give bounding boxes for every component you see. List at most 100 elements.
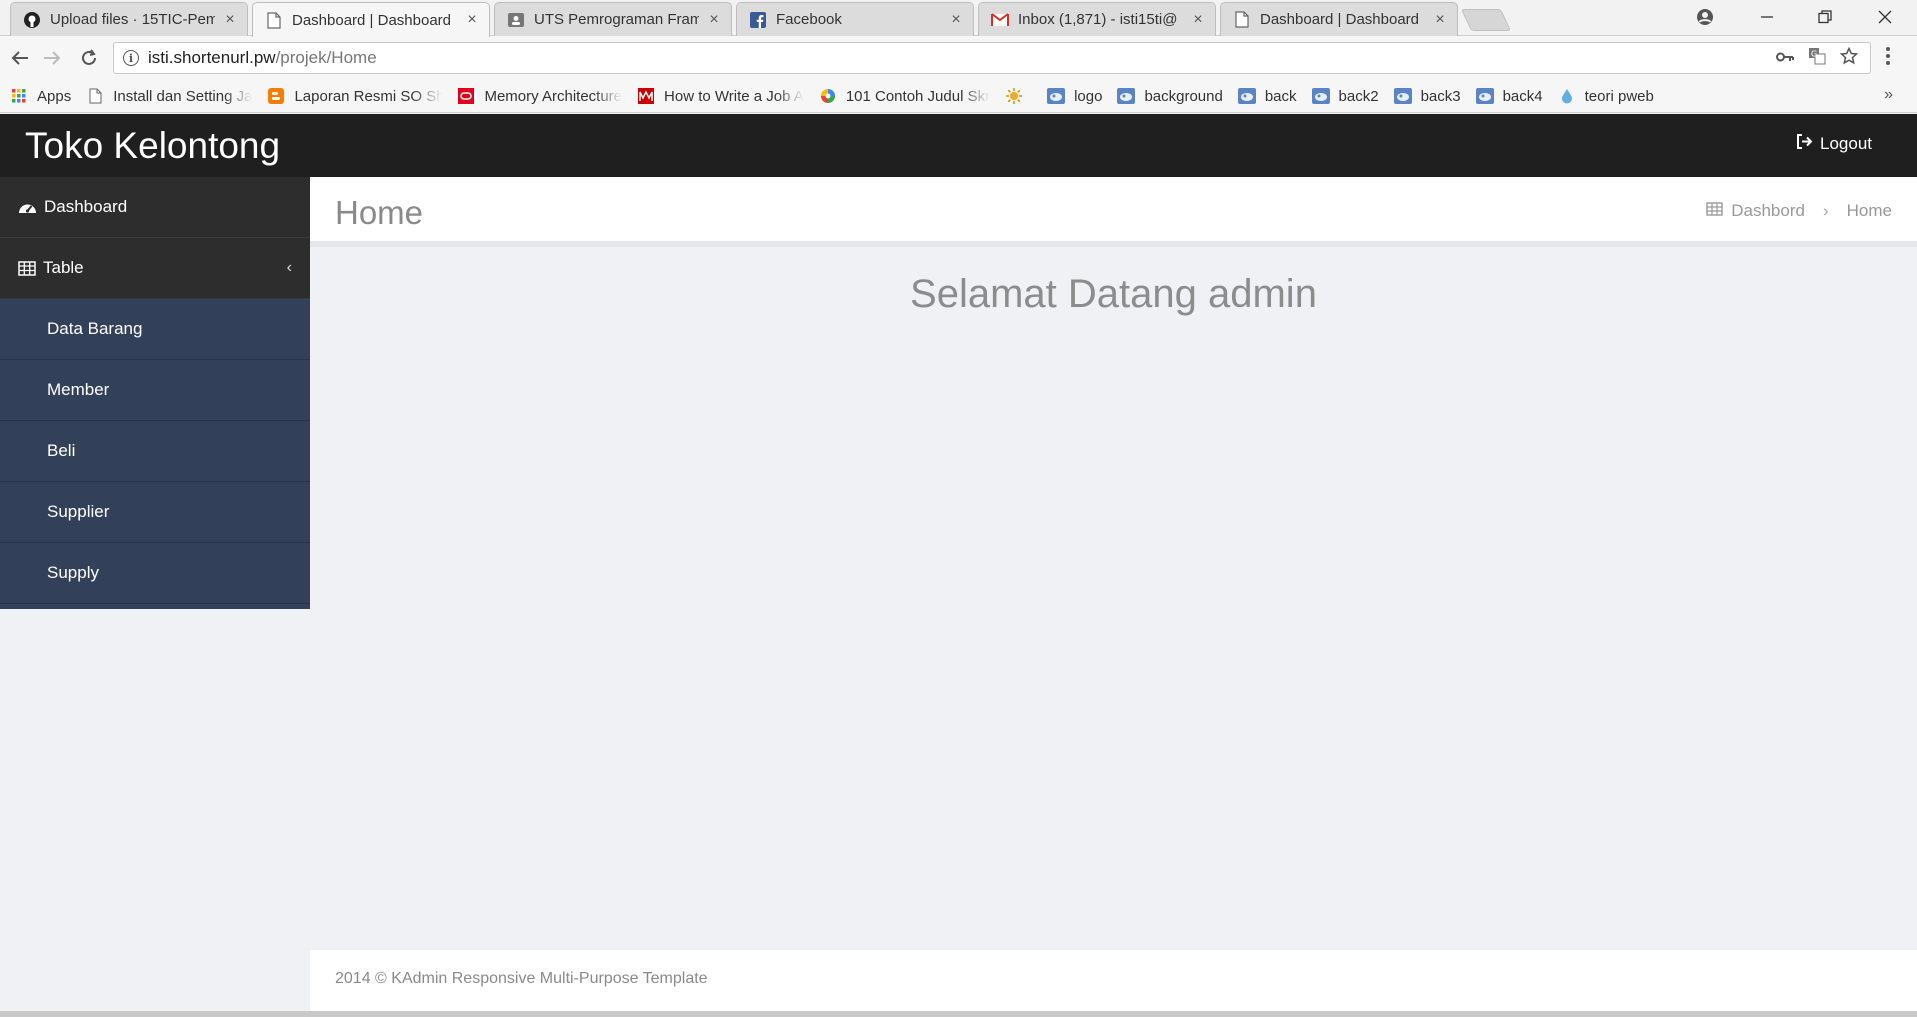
chevron-left-icon: ‹ — [286, 259, 292, 276]
back-arrow-icon[interactable] — [8, 46, 32, 70]
sidebar-item-data-barang[interactable]: Data Barang — [0, 299, 310, 360]
sidebar-item-member[interactable]: Member — [0, 360, 310, 421]
breadcrumb-current: Home — [1846, 201, 1892, 220]
browser-toolbar: i isti.shortenurl.pw/projek/Home G — [0, 36, 1917, 80]
bookmark-item[interactable]: back — [1237, 87, 1297, 105]
horizontal-scrollbar[interactable] — [0, 1011, 1917, 1017]
browser-tab-active[interactable]: Dashboard | Dashboard × — [252, 2, 490, 37]
tab-title: Inbox (1,871) - isti15ti@ — [1018, 11, 1178, 28]
bookmark-item[interactable]: logo — [1047, 87, 1102, 105]
table-icon — [1706, 201, 1723, 221]
bookmark-star-icon[interactable] — [1839, 46, 1859, 70]
sidebar-item-supplier[interactable]: Supplier — [0, 482, 310, 543]
browser-tab[interactable]: Facebook × — [736, 2, 974, 36]
sidebar-item-beli[interactable]: Beli — [0, 421, 310, 482]
bookmark-item[interactable] — [1005, 87, 1032, 105]
browser-tab[interactable]: Dashboard | Dashboard × — [1220, 2, 1458, 36]
tab-title: Upload files · 15TIC-Pem — [50, 11, 215, 28]
browser-menu-icon[interactable] — [1885, 46, 1891, 72]
sidebar-item-supply[interactable]: Supply — [0, 543, 310, 604]
breadcrumb: Dashbord › Home — [1706, 201, 1892, 221]
footer-text: 2014 © KAdmin Responsive Multi-Purpose T… — [335, 970, 708, 987]
bookmark-item[interactable]: background — [1117, 87, 1223, 105]
image-icon — [1393, 87, 1412, 105]
close-icon[interactable]: × — [1433, 11, 1447, 29]
app-header: Toko Kelontong Logout — [0, 114, 1917, 177]
bookmark-label: Memory Architecture — [484, 87, 623, 105]
window-close-icon[interactable] — [1857, 0, 1913, 34]
image-icon — [1237, 87, 1256, 105]
bookmark-item[interactable]: Apps — [10, 87, 71, 105]
forward-arrow-icon[interactable] — [40, 46, 64, 70]
tab-title: Dashboard | Dashboard — [1260, 11, 1419, 28]
logout-button[interactable]: Logout — [1796, 134, 1872, 154]
bookmark-item[interactable]: Laporan Resmi SO Sh — [267, 87, 442, 105]
bookmarks-bar: Apps Install dan Setting Ja Laporan Resmi … — [0, 80, 1917, 113]
close-icon[interactable]: × — [707, 11, 721, 29]
address-bar[interactable]: i isti.shortenurl.pw/projek/Home G — [113, 42, 1871, 74]
bookmark-label: teori pweb — [1584, 87, 1654, 105]
bookmark-item[interactable]: How to Write a Job A — [637, 87, 804, 105]
info-icon[interactable]: i — [123, 50, 139, 66]
bookmark-item[interactable]: teori pweb — [1558, 87, 1654, 105]
facebook-icon — [749, 11, 767, 29]
bookmark-label: How to Write a Job A — [664, 87, 804, 105]
breadcrumb-separator-icon: › — [1822, 201, 1829, 220]
sidebar-item-label: Dashboard — [44, 197, 128, 216]
tachometer-icon — [18, 200, 37, 215]
new-tab-button[interactable] — [1460, 9, 1512, 31]
bookmark-label: Install dan Setting Ja — [113, 87, 253, 105]
image-icon — [1311, 87, 1330, 105]
footer: 2014 © KAdmin Responsive Multi-Purpose T… — [310, 950, 1917, 1011]
image-icon — [1117, 87, 1136, 105]
browser-tab[interactable]: Inbox (1,871) - isti15ti@ × — [978, 2, 1216, 36]
minimize-icon[interactable] — [1739, 0, 1795, 34]
bookmark-label: logo — [1074, 87, 1103, 105]
sidebar-item-dashboard[interactable]: Dashboard — [0, 177, 310, 238]
tab-title: Dashboard | Dashboard — [292, 11, 451, 29]
image-icon — [1047, 87, 1066, 105]
bookmark-item[interactable]: back4 — [1475, 87, 1543, 105]
close-icon[interactable]: × — [949, 11, 963, 29]
apps-grid-icon — [10, 87, 28, 105]
key-icon[interactable] — [1776, 48, 1794, 68]
bookmarks-overflow-icon[interactable]: » — [1884, 86, 1893, 104]
page-header: Home Dashbord › Home — [310, 177, 1917, 247]
close-icon[interactable]: × — [223, 11, 237, 29]
brand-title[interactable]: Toko Kelontong — [25, 125, 280, 167]
page-icon — [86, 87, 104, 105]
translate-icon[interactable]: G — [1808, 47, 1826, 70]
url-host: isti.shortenurl.pw — [148, 48, 276, 67]
sidebar-item-label: Data Barang — [47, 319, 143, 338]
profile-icon[interactable] — [1677, 0, 1733, 34]
tab-title: UTS Pemrograman Fram — [534, 11, 699, 28]
restore-icon[interactable] — [1797, 0, 1853, 34]
m-icon — [637, 87, 655, 105]
reload-icon[interactable] — [77, 46, 101, 70]
gmail-icon — [991, 11, 1009, 29]
sidebar-item-table[interactable]: Table ‹ — [0, 238, 310, 299]
bookmark-label: 101 Contoh Judul Skr — [845, 87, 991, 105]
bookmark-label: Laporan Resmi SO Sh — [294, 87, 443, 105]
bookmark-item[interactable]: 101 Contoh Judul Skr — [819, 87, 990, 105]
sidebar-item-label: Supplier — [47, 502, 110, 521]
sidebar-item-label: Supply — [47, 563, 99, 582]
sidebar-item-label: Member — [47, 380, 110, 399]
browser-tabstrip: Upload files · 15TIC-Pem × Dashboard | D… — [0, 0, 1917, 37]
close-icon[interactable]: × — [465, 11, 479, 29]
image-icon — [1475, 87, 1494, 105]
browser-tab[interactable]: UTS Pemrograman Fram × — [494, 2, 732, 36]
browser-tab[interactable]: Upload files · 15TIC-Pem × — [10, 2, 248, 36]
bookmark-item[interactable]: back2 — [1311, 87, 1379, 105]
close-icon[interactable]: × — [1191, 11, 1205, 29]
pinwheel-icon — [819, 87, 837, 105]
bookmark-label: back2 — [1338, 87, 1379, 105]
bookmark-item[interactable]: back3 — [1393, 87, 1461, 105]
welcome-heading: Selamat Datang admin — [910, 272, 1317, 316]
breadcrumb-root-link[interactable]: Dashbord — [1731, 201, 1805, 221]
contact-card-icon — [507, 11, 525, 29]
bookmark-item[interactable]: Install dan Setting Ja — [86, 87, 252, 105]
sign-out-icon — [1796, 134, 1813, 154]
sidebar: Dashboard Table ‹ Data Barang Member Bel… — [0, 177, 310, 609]
bookmark-item[interactable]: Memory Architecture — [457, 87, 622, 105]
